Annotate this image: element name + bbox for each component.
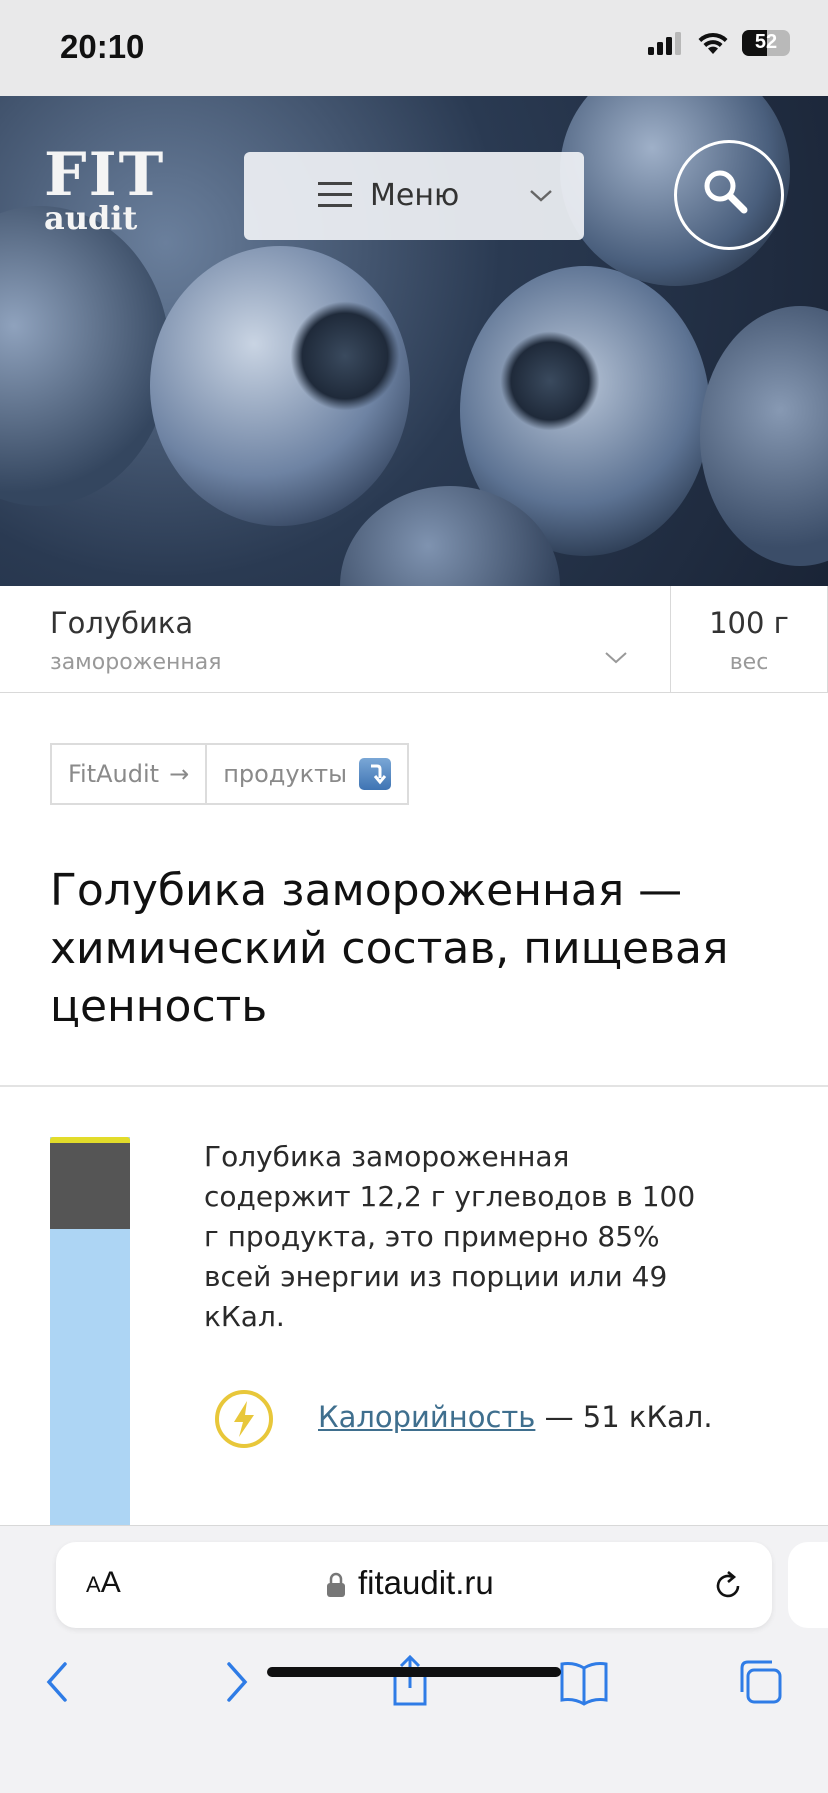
bookmarks-icon[interactable] — [554, 1652, 614, 1712]
status-time: 20:10 — [60, 28, 145, 65]
arrow-down-icon — [371, 764, 387, 785]
calorie-value: — 51 кКал. — [535, 1400, 713, 1434]
cellular-signal-icon — [648, 32, 681, 55]
battery-level: 52 — [754, 31, 778, 53]
arrow-down-box-icon[interactable] — [359, 758, 392, 790]
browser-nav-row — [0, 1652, 828, 1712]
breadcrumb: FitAudit → продукты — [50, 743, 410, 805]
product-selector[interactable]: Голубика замороженная 100 г вес — [0, 586, 828, 693]
status-icons: 52 — [648, 30, 790, 56]
weight-label: вес — [729, 650, 769, 675]
breadcrumb-item-fitaudit[interactable]: FitAudit → — [52, 745, 205, 803]
forward-icon[interactable] — [206, 1652, 266, 1712]
search-icon — [704, 170, 748, 214]
hamburger-icon — [318, 182, 352, 208]
nutrition-summary: Голубика замороженная содержит 12,2 г уг… — [204, 1140, 696, 1333]
menu-label: Меню — [370, 178, 460, 213]
lock-icon — [327, 1572, 345, 1597]
back-icon[interactable] — [28, 1652, 88, 1712]
energy-composition-bar — [50, 1137, 130, 1527]
search-button[interactable] — [674, 140, 784, 250]
product-variant: замороженная — [50, 650, 222, 675]
arrow-right-icon: → — [169, 760, 190, 788]
site-logo[interactable]: FIT audit — [44, 140, 166, 234]
berry-decor — [290, 301, 400, 411]
weight-selector[interactable]: 100 г вес — [670, 586, 828, 692]
breadcrumb-label: FitAudit — [68, 760, 160, 788]
breadcrumb-item-products[interactable]: продукты — [205, 745, 407, 803]
calorie-link[interactable]: Калорийность — [318, 1400, 535, 1434]
address-bar[interactable]: AAAA fitaudit.ru — [56, 1542, 772, 1628]
berry-decor — [500, 331, 600, 431]
battery-icon: 52 — [742, 30, 790, 56]
wifi-icon — [698, 32, 728, 54]
hero-image: FIT audit Меню — [0, 96, 828, 586]
weight-value: 100 г — [709, 606, 789, 640]
page-title: Голубика замороженная — химический соста… — [50, 865, 729, 1032]
lightning-icon — [215, 1390, 273, 1448]
share-icon[interactable] — [380, 1652, 440, 1712]
tabs-icon[interactable] — [730, 1652, 790, 1712]
chevron-down-icon — [605, 652, 627, 664]
home-indicator — [267, 1667, 561, 1677]
logo-fit-text: FIT — [44, 140, 166, 210]
url-text[interactable]: fitaudit.ru — [358, 1564, 494, 1602]
reload-icon[interactable] — [710, 1568, 746, 1604]
next-tab-preview[interactable] — [788, 1542, 828, 1628]
breadcrumb-label: продукты — [223, 760, 348, 788]
text-size-button[interactable]: AAAA — [86, 1566, 121, 1600]
calorie-line: Калорийность — 51 кКал. — [318, 1400, 713, 1434]
chevron-down-icon — [530, 190, 552, 202]
divider — [0, 1085, 828, 1087]
berry-decor — [700, 306, 828, 566]
berry-decor — [0, 206, 170, 506]
menu-button[interactable]: Меню — [244, 152, 584, 240]
product-name: Голубика — [50, 606, 194, 640]
status-bar: 20:10 52 — [0, 0, 828, 96]
browser-toolbar: AAAA fitaudit.ru — [0, 1525, 828, 1793]
other-bar-segment — [50, 1143, 130, 1229]
